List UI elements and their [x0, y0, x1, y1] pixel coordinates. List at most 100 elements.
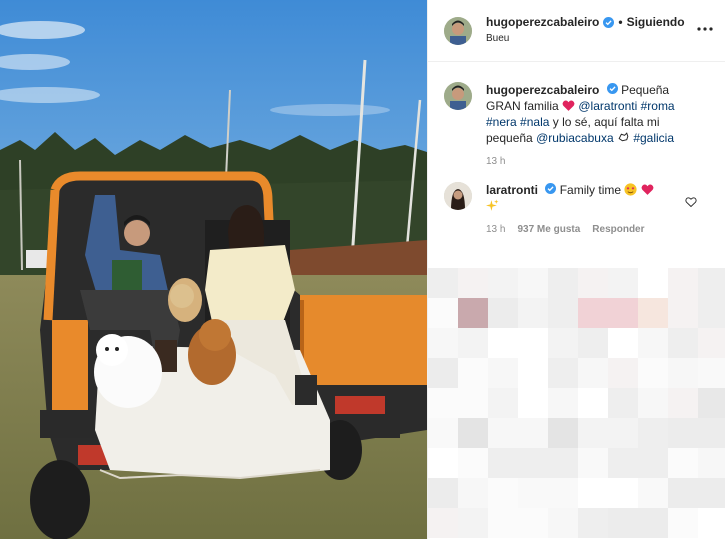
blur-cell [428, 298, 458, 328]
blur-cell [578, 298, 608, 328]
blur-cell [698, 268, 725, 298]
comment-item: laratronti Family time 13 h 937 Me gusta… [444, 182, 711, 238]
blur-cell [698, 298, 725, 328]
blur-cell [428, 388, 458, 418]
blur-cell [578, 358, 608, 388]
blur-cell [668, 268, 698, 298]
tag-laratronti[interactable]: @laratronti [578, 99, 637, 113]
hashtag-roma[interactable]: #roma [641, 99, 675, 113]
hashtag-galicia[interactable]: #galicia [633, 131, 674, 145]
red-heart-emoji-icon [562, 99, 575, 112]
comment-time[interactable]: 13 h [486, 222, 505, 238]
blur-cell [518, 358, 548, 388]
blur-cell [548, 268, 578, 298]
blur-cell [458, 388, 488, 418]
blur-cell [578, 328, 608, 358]
blur-cell [518, 328, 548, 358]
blur-cell [428, 328, 458, 358]
caption-time[interactable]: 13 h [486, 154, 505, 170]
blur-cell [608, 508, 638, 538]
blur-cell [518, 268, 548, 298]
post-image [0, 0, 427, 539]
blur-cell [698, 388, 725, 418]
blur-cell [668, 358, 698, 388]
blur-cell [698, 358, 725, 388]
blur-cell [698, 448, 725, 478]
blur-cell [518, 508, 548, 538]
tag-rubiacabuxa[interactable]: @rubiacabuxa [536, 131, 614, 145]
blur-cell [608, 448, 638, 478]
blur-cell [428, 448, 458, 478]
blur-cell [698, 418, 725, 448]
verified-badge-icon [606, 83, 618, 94]
caption-username[interactable]: hugoperezcabaleiro [486, 83, 599, 97]
blur-cell [488, 418, 518, 448]
verified-badge-icon [603, 16, 615, 28]
blur-cell [578, 418, 608, 448]
blur-cell [518, 298, 548, 328]
verified-badge-icon [545, 183, 557, 194]
caption-author-avatar[interactable] [444, 82, 472, 110]
blur-cell [608, 358, 638, 388]
hashtag-nala[interactable]: #nala [520, 115, 549, 129]
blur-cell [548, 328, 578, 358]
blur-cell [458, 448, 488, 478]
blur-cell [518, 418, 548, 448]
blur-cell [608, 268, 638, 298]
blur-cell [608, 298, 638, 328]
blur-cell [698, 478, 725, 508]
blur-cell [638, 358, 668, 388]
blur-cell [638, 418, 668, 448]
blur-cell [668, 508, 698, 538]
blur-cell [518, 448, 548, 478]
blur-cell [548, 418, 578, 448]
blur-cell [638, 328, 668, 358]
post-side-panel: hugoperezcabaleiro • Siguiendo Bueu hugo… [427, 0, 725, 539]
post-header: hugoperezcabaleiro • Siguiendo Bueu [428, 0, 725, 62]
blur-cell [638, 388, 668, 418]
blur-cell [428, 358, 458, 388]
blur-cell [488, 388, 518, 418]
more-options-icon[interactable] [697, 21, 713, 37]
blur-cell [428, 268, 458, 298]
blur-cell [548, 478, 578, 508]
caption: hugoperezcabaleiro Pequeña GRAN familia … [444, 82, 711, 170]
blur-cell [578, 508, 608, 538]
post-location[interactable]: Bueu [486, 31, 685, 47]
comments-list: hugoperezcabaleiro Pequeña GRAN familia … [428, 62, 725, 238]
author-avatar[interactable] [444, 16, 472, 45]
following-button[interactable]: Siguiendo [627, 14, 685, 30]
blur-cell [698, 328, 725, 358]
blur-cell [608, 478, 638, 508]
blur-cell [638, 448, 668, 478]
blur-cell [458, 418, 488, 448]
blur-cell [488, 298, 518, 328]
comment-text: Family time [559, 183, 622, 197]
blur-cell [668, 418, 698, 448]
dog-emoji-icon [617, 131, 630, 144]
comment-body: laratronti Family time 13 h 937 Me gusta… [486, 182, 698, 238]
author-username[interactable]: hugoperezcabaleiro [486, 14, 599, 30]
blur-cell [698, 508, 725, 538]
comment-username[interactable]: laratronti [486, 183, 538, 197]
blur-cell [608, 388, 638, 418]
blur-cell [458, 478, 488, 508]
heart-eyes-emoji-icon [624, 183, 637, 196]
blur-cell [548, 448, 578, 478]
blur-cell [548, 358, 578, 388]
blur-cell [548, 388, 578, 418]
reply-button[interactable]: Responder [592, 222, 644, 238]
heart-outline-icon[interactable] [685, 196, 697, 208]
post-photo[interactable] [0, 0, 427, 539]
blur-cell [428, 418, 458, 448]
separator-dot: • [618, 15, 623, 29]
blur-cell [458, 298, 488, 328]
comment-author-avatar[interactable] [444, 182, 472, 210]
blur-cell [638, 478, 668, 508]
comment-likes[interactable]: 937 Me gusta [517, 222, 580, 238]
hashtag-nera[interactable]: #nera [486, 115, 517, 129]
blur-cell [638, 508, 668, 538]
blur-cell [638, 268, 668, 298]
blur-cell [548, 298, 578, 328]
blur-cell [458, 358, 488, 388]
